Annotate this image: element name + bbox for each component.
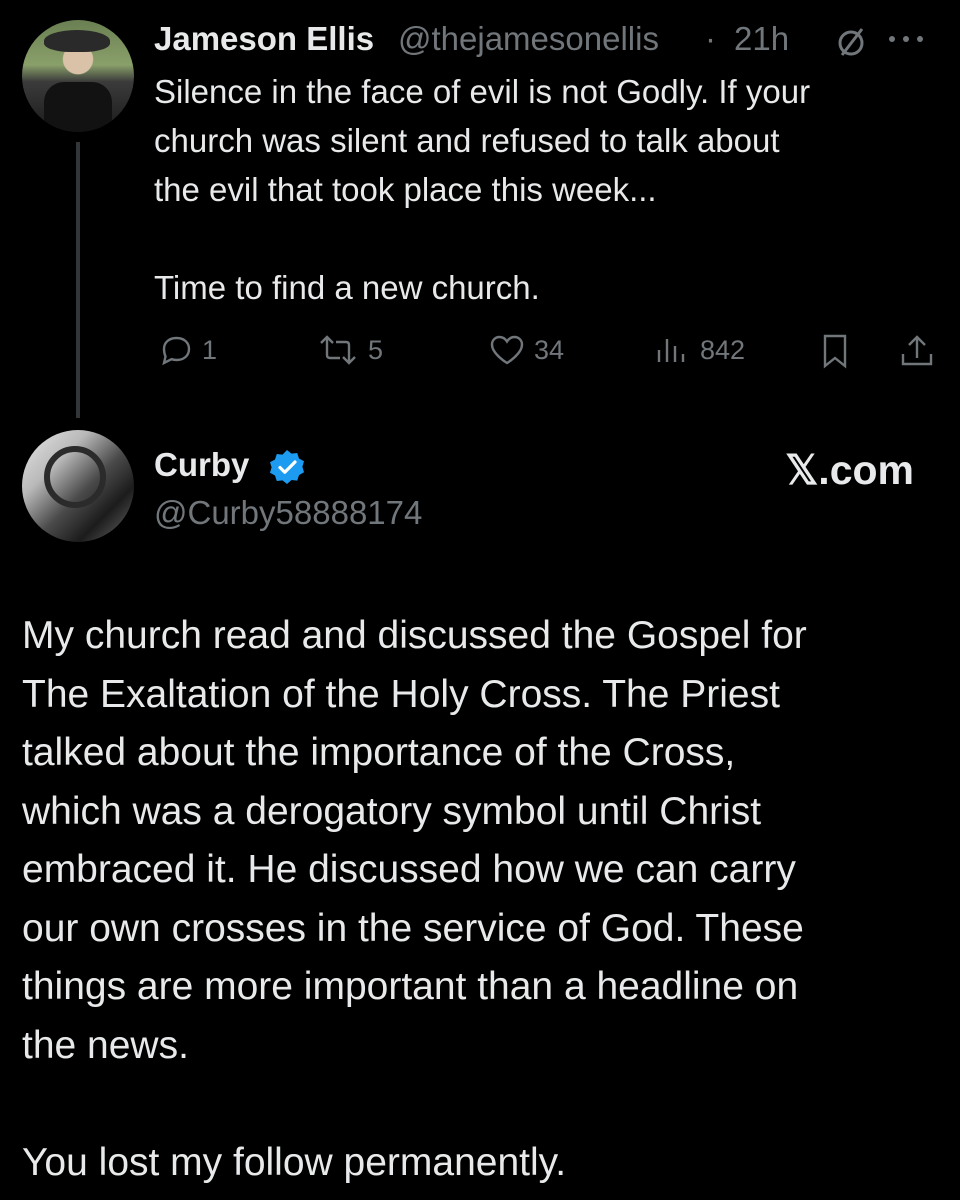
verified-badge-icon (270, 450, 304, 484)
reply-count: 1 (202, 334, 218, 365)
post1-text: Silence in the face of evil is not Godly… (154, 73, 811, 306)
repost-button[interactable]: 5 (316, 332, 383, 368)
x-com-watermark: 𝕏.com (785, 447, 914, 493)
post1-handle[interactable]: @thejamesonellis (398, 20, 659, 58)
avatar-jameson-ellis[interactable] (22, 20, 134, 132)
reply-button[interactable]: 1 (158, 332, 217, 368)
steering-wheel-shape (44, 446, 106, 508)
analytics-icon (657, 339, 685, 362)
post1-separator: · (705, 20, 716, 57)
post2-text: My church read and discussed the Gospel … (22, 614, 807, 1184)
heart-icon (490, 335, 524, 365)
like-button[interactable]: 34 (488, 332, 564, 368)
repost-icon (320, 335, 356, 365)
more-options-icon[interactable] (884, 32, 932, 46)
like-count: 34 (534, 334, 565, 365)
grok-icon[interactable] (832, 24, 872, 60)
bookmark-icon (823, 334, 847, 369)
hat-shape (44, 30, 110, 52)
share-button[interactable] (898, 332, 936, 370)
avatar-curby[interactable] (22, 430, 134, 542)
repost-count: 5 (368, 334, 384, 365)
shirt-shape (44, 82, 112, 132)
bookmark-button[interactable] (818, 332, 852, 370)
views-button[interactable]: 842 (654, 332, 745, 368)
post1-author-name[interactable]: Jameson Ellis (154, 20, 374, 58)
reply-icon (162, 336, 191, 366)
thread-line (76, 142, 80, 418)
post1-time[interactable]: 21h (734, 20, 789, 58)
post2-handle[interactable]: @Curby58888174 (154, 494, 422, 532)
share-icon (901, 335, 933, 366)
post2-author-name[interactable]: Curby (154, 446, 249, 484)
views-count: 842 (700, 334, 746, 365)
